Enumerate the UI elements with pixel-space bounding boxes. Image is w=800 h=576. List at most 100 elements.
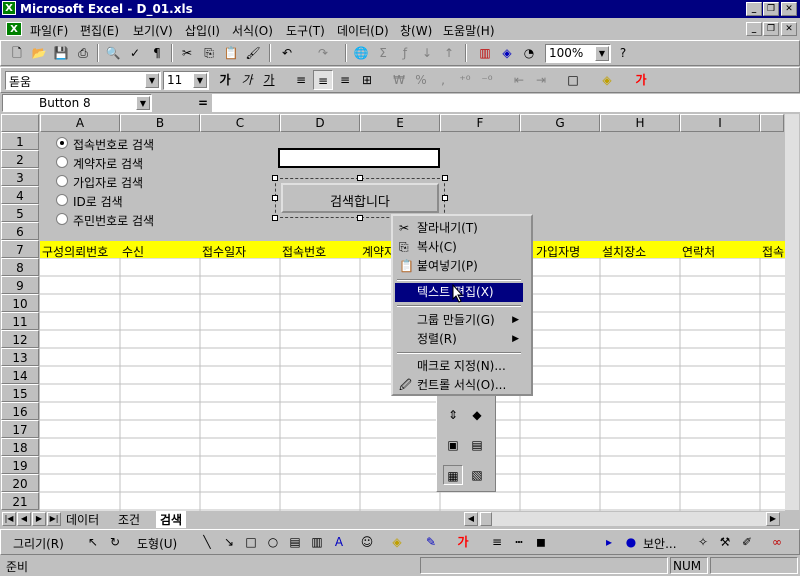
header-cell[interactable]: 설치장소 — [602, 243, 646, 260]
menu-edit[interactable]: 편집(E) — [80, 22, 119, 39]
chevron-down-icon[interactable]: ▼ — [193, 73, 207, 88]
col-header-b[interactable]: B — [120, 114, 200, 132]
menu-order[interactable]: 정렬(R) ▶ — [395, 330, 523, 349]
spinner-icon[interactable]: ⇕ — [443, 405, 463, 425]
arrow-icon[interactable]: ↘ — [219, 532, 239, 552]
fill-color-icon[interactable]: ◈ — [597, 70, 617, 90]
resize-handle[interactable] — [272, 195, 278, 201]
italic-icon[interactable]: 가 — [237, 70, 257, 90]
clipart-icon[interactable]: ☺ — [357, 532, 377, 552]
h-scroll-thumb[interactable] — [480, 512, 492, 526]
record-icon[interactable]: ● — [621, 532, 641, 552]
row-header[interactable]: 7 — [1, 240, 39, 258]
align-right-icon[interactable]: ≡ — [335, 70, 355, 90]
wordart-icon[interactable]: A — [329, 532, 349, 552]
decrease-decimal-icon[interactable]: ⁻⁰ — [477, 70, 497, 90]
col-header-c[interactable]: C — [200, 114, 280, 132]
redo-icon[interactable]: ↷ — [313, 43, 333, 63]
menu-help[interactable]: 도움말(H) — [443, 22, 495, 39]
rectangle-icon[interactable]: □ — [241, 532, 261, 552]
menu-cut[interactable]: ✂ 잘라내기(T) — [395, 219, 523, 238]
row-header[interactable]: 1 — [1, 132, 39, 150]
grid-toggle-icon[interactable]: ▦ — [443, 465, 463, 485]
vertical-text-icon[interactable]: ▥ — [307, 532, 327, 552]
resize-handle[interactable] — [272, 215, 278, 221]
security-button[interactable]: 보안... — [643, 535, 677, 552]
resize-handle[interactable] — [357, 215, 363, 221]
increase-indent-icon[interactable]: ⇥ — [531, 70, 551, 90]
menu-paste[interactable]: 📋 붙여넣기(P) — [395, 257, 523, 276]
map-icon[interactable]: ◈ — [497, 43, 517, 63]
borders-icon[interactable]: □ — [563, 70, 583, 90]
last-sheet-icon[interactable]: ▶| — [47, 512, 61, 526]
print-icon[interactable]: ⎙ — [73, 43, 93, 63]
row-header[interactable]: 3 — [1, 168, 39, 186]
menu-copy[interactable]: ⎘ 복사(C) — [395, 238, 523, 257]
sort-ascending-icon[interactable]: ↓ — [417, 43, 437, 63]
paste-icon[interactable]: 📋 — [221, 43, 241, 63]
font-color-icon[interactable]: 가 — [631, 70, 651, 90]
header-cell[interactable]: 연락처 — [682, 243, 715, 260]
row-header[interactable]: 9 — [1, 276, 39, 294]
resize-handle[interactable] — [442, 175, 448, 181]
doc-minimize-button[interactable]: _ — [746, 22, 762, 36]
header-cell[interactable]: 수신 — [122, 243, 144, 260]
menu-format[interactable]: 서식(O) — [232, 22, 273, 39]
chevron-down-icon[interactable]: ▼ — [136, 96, 150, 110]
select-arrow-icon[interactable]: ↖ — [83, 532, 103, 552]
header-cell[interactable]: 접속번호 — [282, 243, 326, 260]
header-cell[interactable]: 구성의뢰번호 — [42, 243, 108, 260]
menu-view[interactable]: 보기(V) — [133, 22, 173, 39]
hyperlink-icon[interactable]: 🌐 — [351, 43, 371, 63]
row-header[interactable]: 17 — [1, 420, 39, 438]
resize-handle[interactable] — [272, 175, 278, 181]
sheet-tab-condition[interactable]: 조건 — [118, 511, 140, 528]
h-scrollbar[interactable]: ◀ ▶ — [464, 512, 780, 526]
copy-icon[interactable]: ⎘ — [199, 43, 219, 63]
control-toolbox-icon[interactable]: ✧ — [693, 532, 713, 552]
dash-style-icon[interactable]: ┅ — [509, 532, 529, 552]
comma-icon[interactable]: , — [433, 70, 453, 90]
merge-center-icon[interactable]: ⊞ — [357, 70, 377, 90]
scroll-left-icon[interactable]: ◀ — [464, 512, 478, 526]
font-box[interactable]: 돋움 ▼ — [5, 71, 161, 90]
spelling-icon[interactable]: ✓ — [125, 43, 145, 63]
row-header[interactable]: 10 — [1, 294, 39, 312]
textbox-icon[interactable]: ▤ — [285, 532, 305, 552]
save-icon[interactable]: 💾 — [51, 43, 71, 63]
menu-window[interactable]: 창(W) — [400, 22, 432, 39]
print-preview-icon[interactable]: 🔍 — [103, 43, 123, 63]
row-header[interactable]: 2 — [1, 150, 39, 168]
doc-close-button[interactable]: ✕ — [781, 22, 797, 36]
doc-restore-button[interactable]: ❐ — [763, 22, 779, 36]
menu-data[interactable]: 데이터(D) — [337, 22, 389, 39]
fill-color-icon[interactable]: ◈ — [387, 532, 407, 552]
oval-icon[interactable]: ○ — [263, 532, 283, 552]
properties-icon[interactable]: ▣ — [443, 435, 463, 455]
line-color-icon[interactable]: ✎ — [421, 532, 441, 552]
sort-descending-icon[interactable]: ↑ — [439, 43, 459, 63]
spell-check-icon[interactable]: ¶ — [147, 43, 167, 63]
scroll-icon[interactable]: ◆ — [467, 405, 487, 425]
align-left-icon[interactable]: ≡ — [291, 70, 311, 90]
col-header-j[interactable] — [760, 114, 784, 132]
row-header[interactable]: 12 — [1, 330, 39, 348]
row-header[interactable]: 21 — [1, 492, 39, 510]
col-header-h[interactable]: H — [600, 114, 680, 132]
menu-group[interactable]: 그룹 만들기(G) ▶ — [395, 311, 523, 330]
select-all-corner[interactable] — [1, 114, 39, 132]
run-icon[interactable]: ▸ — [599, 532, 619, 552]
radio-option[interactable]: 가입자로 검색 — [56, 174, 256, 192]
chart-wizard-icon[interactable]: ▥ — [475, 43, 495, 63]
percent-icon[interactable]: % — [411, 70, 431, 90]
search-button[interactable]: 검색합니다 — [281, 183, 439, 213]
line-style-icon[interactable]: ≡ — [487, 532, 507, 552]
formula-input[interactable] — [212, 94, 800, 112]
menu-file[interactable]: 파일(F) — [30, 22, 68, 39]
minimize-button[interactable]: _ — [746, 2, 762, 16]
sheet-tab-data[interactable]: 데이터 — [66, 511, 99, 528]
prev-sheet-icon[interactable]: ◀ — [17, 512, 31, 526]
search-input[interactable] — [278, 148, 440, 168]
col-header-i[interactable]: I — [680, 114, 760, 132]
font-color-icon[interactable]: 가 — [453, 532, 473, 552]
